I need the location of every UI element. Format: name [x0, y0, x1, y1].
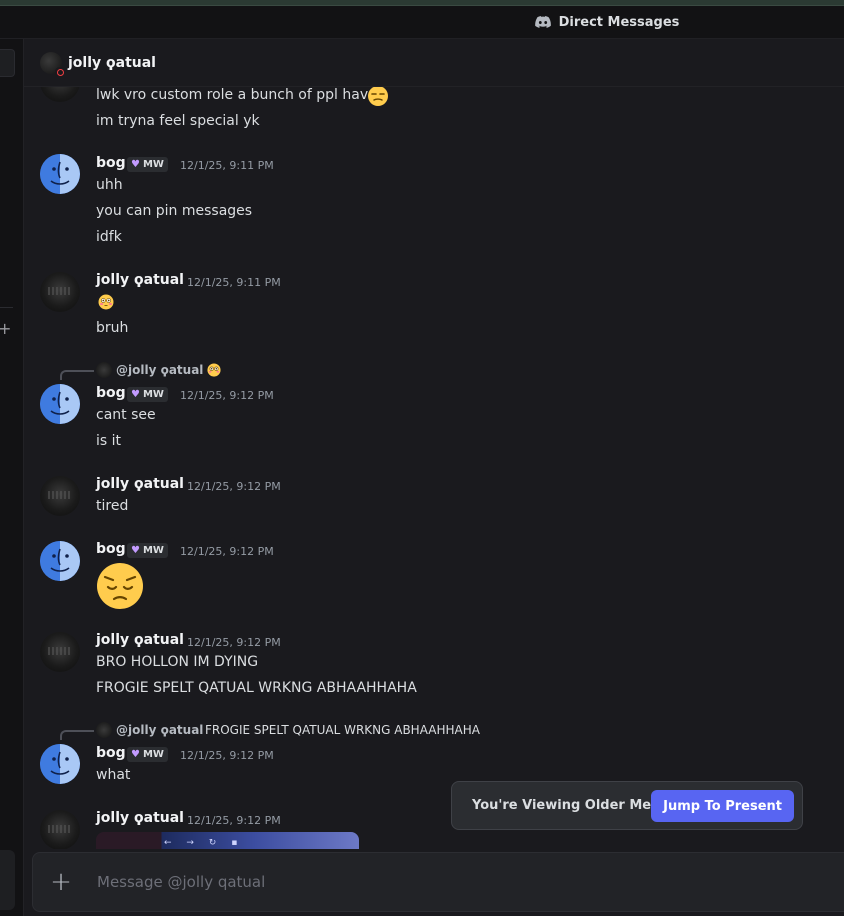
- message-timestamp: 12/1/25, 9:12 PM: [180, 389, 274, 402]
- role-tag-label: MW: [142, 389, 164, 400]
- message-text: FROGIE SPELT QATUAL WRKNG ABHAAHHAHA: [96, 680, 417, 696]
- heart-icon: ♥: [131, 545, 140, 556]
- message-timestamp: 12/1/25, 9:11 PM: [187, 276, 281, 289]
- header-avatar[interactable]: [40, 51, 64, 76]
- role-tag-label: MW: [142, 749, 164, 760]
- avatar[interactable]: [40, 744, 80, 784]
- message-text: BRO HOLLON IM DYING: [96, 654, 259, 670]
- finder-face-icon: [40, 384, 80, 424]
- heart-icon: ♥: [131, 159, 140, 170]
- server-sidebar: +: [0, 39, 24, 916]
- message-composer: +: [32, 852, 844, 912]
- message-text: cant see: [96, 407, 156, 423]
- message-text: tired: [96, 498, 129, 514]
- message-author[interactable]: bog: [96, 385, 126, 401]
- message-author[interactable]: jolly ϙatual: [96, 632, 184, 648]
- avatar[interactable]: [40, 272, 80, 312]
- reply-preview-text[interactable]: FROGIE SPELT QATUAL WRKNG ABHAAHHAHA: [205, 723, 480, 737]
- channel-header: jolly ϙatual: [24, 39, 844, 87]
- role-tag[interactable]: ♥ MW: [127, 747, 168, 762]
- message-timestamp: 12/1/25, 9:12 PM: [180, 545, 274, 558]
- composer-area: +: [24, 849, 844, 916]
- finder-face-icon: [40, 744, 80, 784]
- reply-author[interactable]: @jolly ϙatual: [116, 363, 203, 377]
- message-text: idfk: [96, 229, 122, 245]
- message-timestamp: 12/1/25, 9:12 PM: [187, 636, 281, 649]
- create-dm-plus-icon[interactable]: +: [0, 319, 11, 338]
- message-text: bruh: [96, 320, 129, 336]
- avatar[interactable]: [40, 541, 80, 581]
- finder-face-icon: [40, 541, 80, 581]
- message-author[interactable]: jolly ϙatual: [96, 272, 184, 288]
- unamused-face-emoji: [367, 85, 389, 107]
- message-text: lwk vro custom role a bunch of ppl have: [96, 87, 377, 103]
- avatar[interactable]: [40, 154, 80, 194]
- avatar[interactable]: [40, 810, 80, 850]
- reply-spine: [60, 370, 94, 380]
- older-messages-bar: You're Viewing Older Messages Jump To Pr…: [451, 781, 803, 830]
- avatar[interactable]: [40, 384, 80, 424]
- message-author[interactable]: bog: [96, 745, 126, 761]
- window-title: Direct Messages: [558, 14, 680, 30]
- message-input[interactable]: [97, 873, 697, 891]
- message-text: what: [96, 767, 131, 783]
- heart-icon: ♥: [131, 389, 140, 400]
- message-text: is it: [96, 433, 122, 449]
- message-text: you can pin messages: [96, 203, 253, 219]
- header-username[interactable]: jolly ϙatual: [68, 55, 156, 71]
- role-tag[interactable]: ♥ MW: [127, 387, 168, 402]
- message-author[interactable]: bog: [96, 541, 126, 557]
- role-tag[interactable]: ♥ MW: [127, 543, 168, 558]
- flushed-face-emoji: [98, 294, 114, 310]
- reply-author[interactable]: @jolly ϙatual: [116, 723, 203, 737]
- upload-plus-icon[interactable]: +: [33, 854, 89, 910]
- message-text: im tryna feel special yk: [96, 113, 260, 129]
- avatar[interactable]: [40, 476, 80, 516]
- discord-icon: [534, 16, 551, 28]
- message-timestamp: 12/1/25, 9:12 PM: [187, 814, 281, 827]
- pensive-face-emoji: [96, 562, 144, 610]
- role-tag[interactable]: ♥ MW: [127, 157, 168, 172]
- message-author[interactable]: jolly ϙatual: [96, 476, 184, 492]
- avatar[interactable]: [40, 632, 80, 672]
- role-tag-label: MW: [142, 545, 164, 556]
- heart-icon: ♥: [131, 749, 140, 760]
- message-author[interactable]: jolly ϙatual: [96, 810, 184, 826]
- dnd-status-icon: [55, 66, 64, 76]
- message-timestamp: 12/1/25, 9:12 PM: [180, 749, 274, 762]
- chat-area: jolly ϙatual lwk vro custom role a bunch…: [24, 39, 844, 916]
- user-panel[interactable]: [0, 850, 15, 910]
- message-author[interactable]: bog: [96, 155, 126, 171]
- message-text: uhh: [96, 177, 123, 193]
- message-timestamp: 12/1/25, 9:11 PM: [180, 159, 274, 172]
- finder-face-icon: [40, 154, 80, 194]
- message-timestamp: 12/1/25, 9:12 PM: [187, 480, 281, 493]
- dm-search-button[interactable]: [0, 49, 15, 77]
- reply-spine: [60, 730, 94, 740]
- jump-to-present-button[interactable]: Jump To Present: [651, 790, 794, 822]
- reply-avatar: [96, 722, 112, 738]
- role-tag-label: MW: [142, 159, 164, 170]
- sidebar-divider: [0, 307, 13, 308]
- title-bar: Direct Messages: [0, 6, 844, 39]
- flushed-face-emoji: [207, 363, 221, 377]
- reply-avatar: [96, 362, 112, 378]
